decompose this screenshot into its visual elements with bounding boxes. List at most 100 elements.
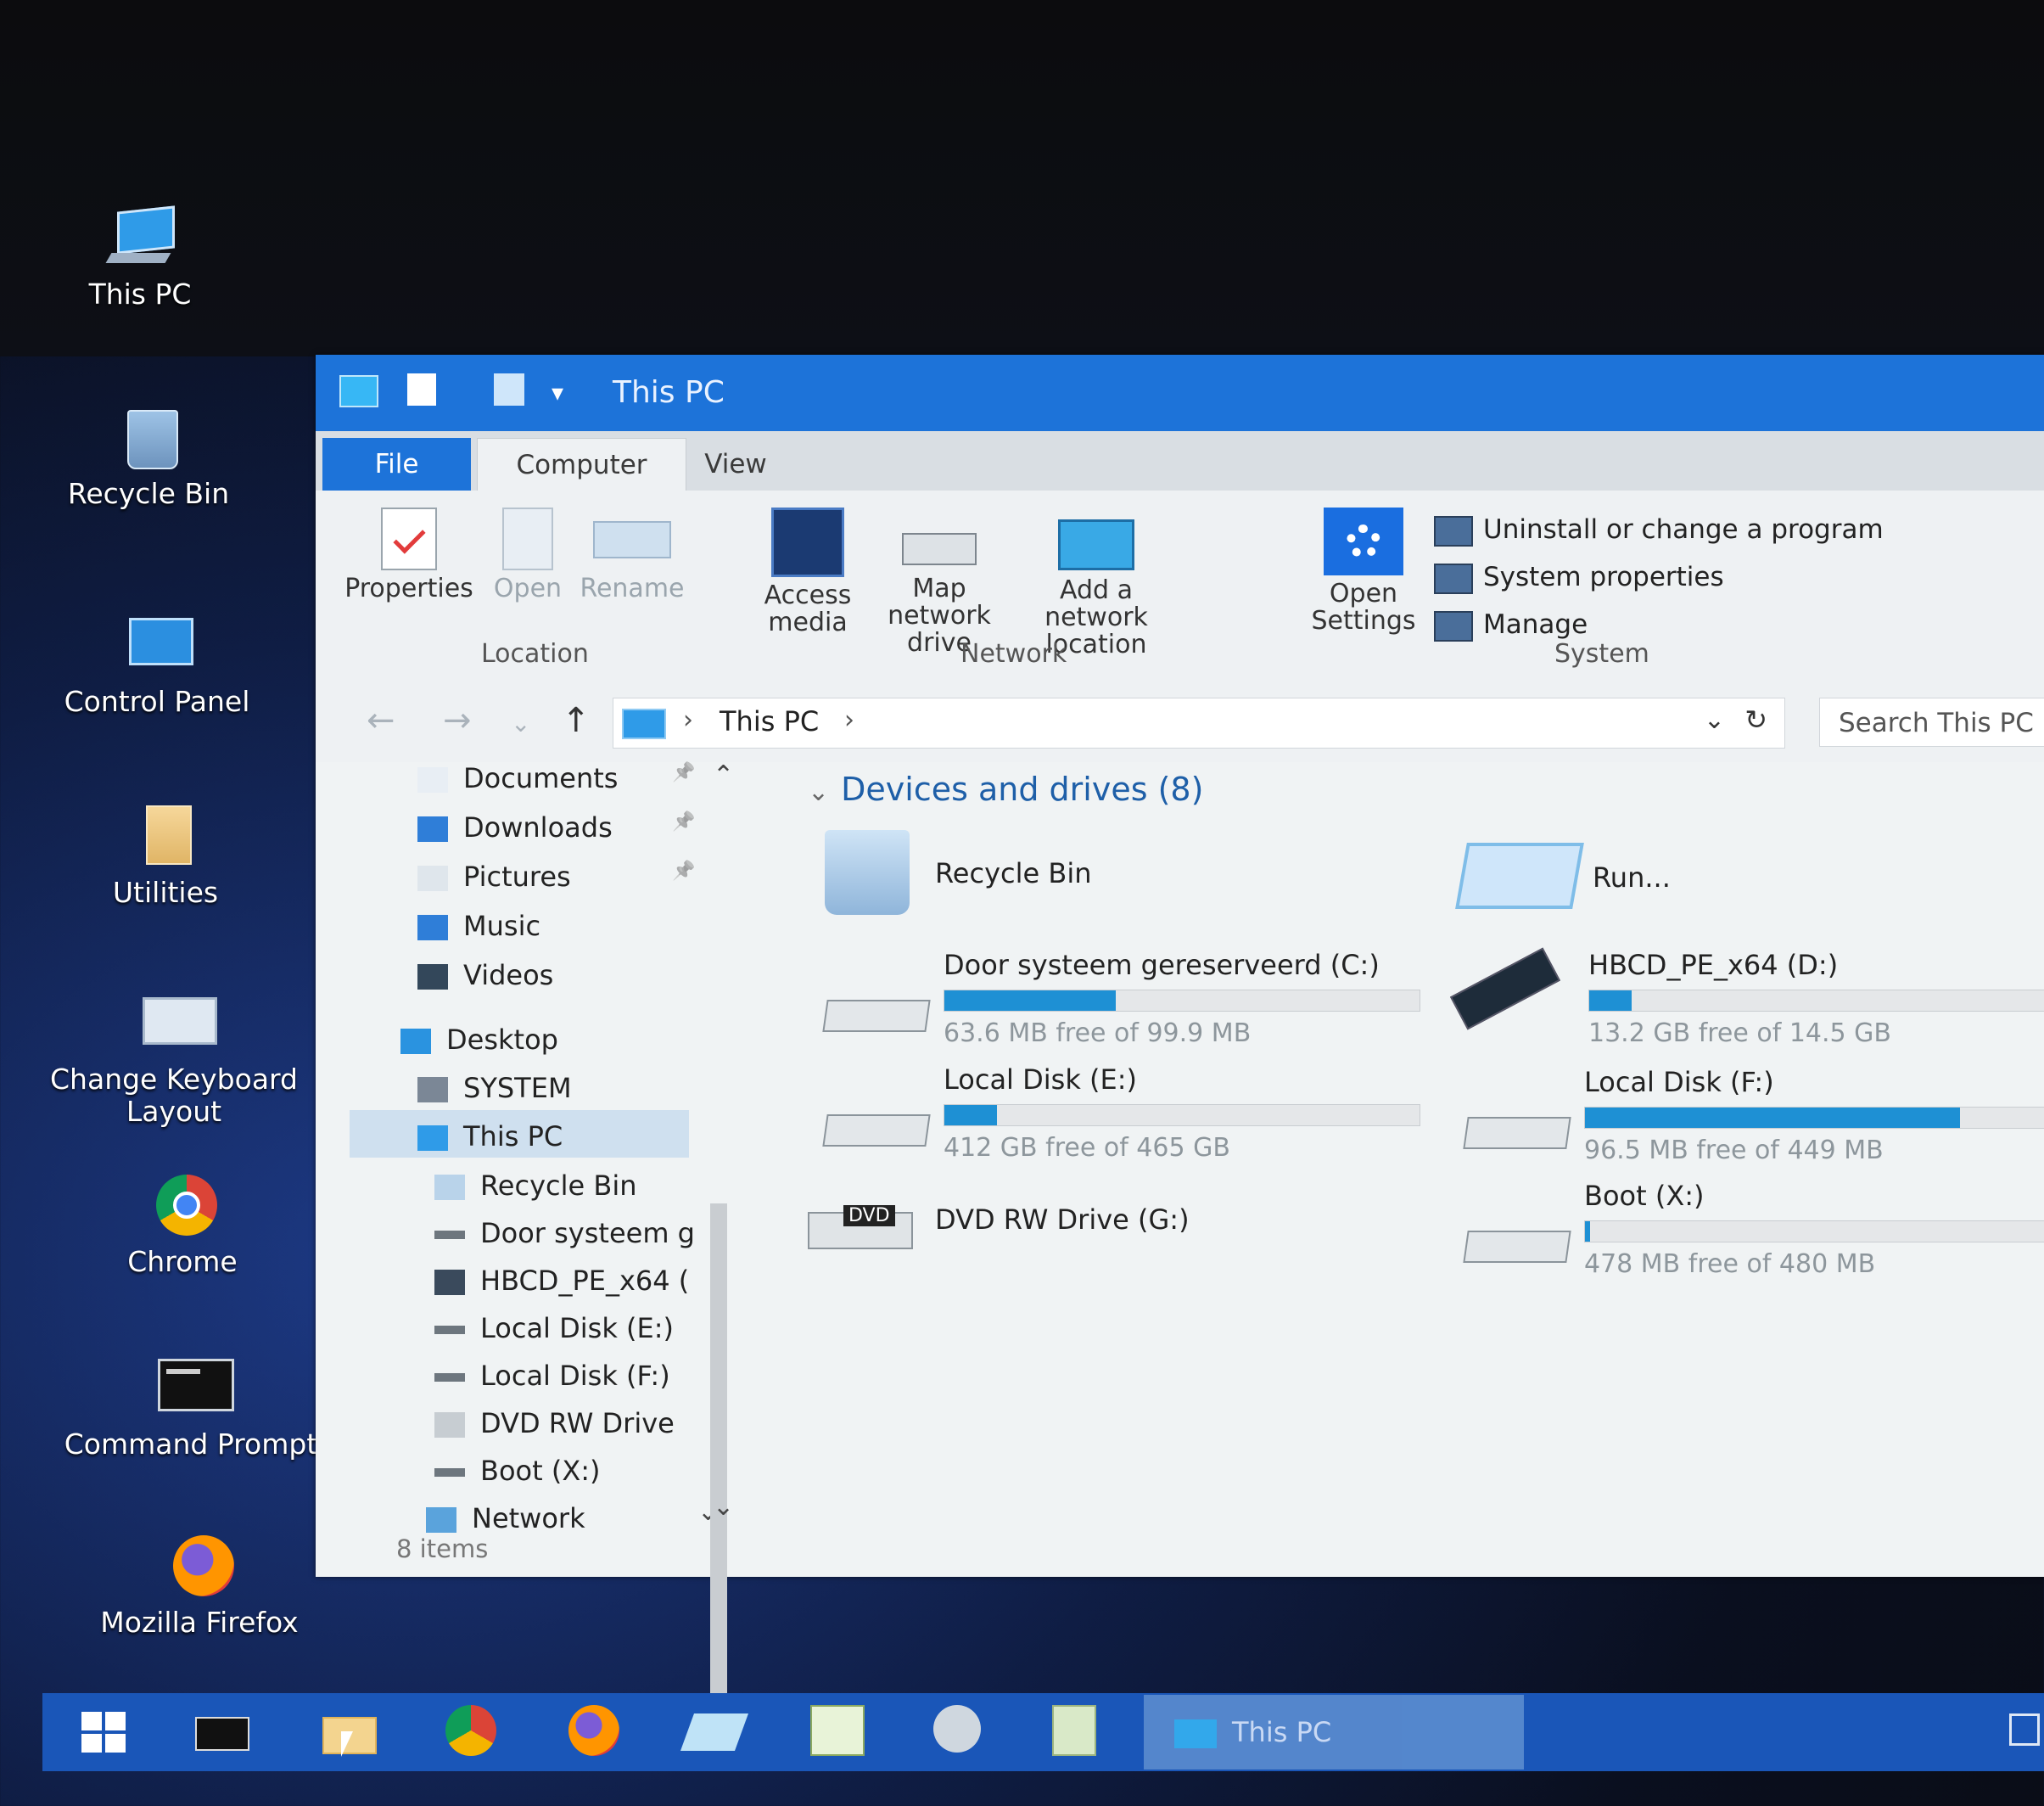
open-button[interactable]: Open <box>485 508 570 603</box>
chrome-icon[interactable] <box>445 1705 500 1759</box>
nav-item[interactable]: Local Disk (E:) <box>434 1312 674 1344</box>
desktop-background <box>0 0 2044 356</box>
nav-scroll-down-icon[interactable]: ⌄ <box>713 1492 734 1522</box>
tab-computer[interactable]: Computer <box>477 438 686 491</box>
nav-item[interactable]: DVD RW Drive <box>434 1407 675 1439</box>
nav-item[interactable]: Pictures 📌 <box>417 861 695 893</box>
dvd-icon <box>434 1412 465 1438</box>
calculator-icon[interactable] <box>1052 1705 1106 1759</box>
tools-icon[interactable] <box>933 1705 988 1759</box>
pin-icon[interactable]: 📌 <box>672 762 695 783</box>
new-folder-quick-icon[interactable] <box>494 373 524 406</box>
manage-icon <box>1434 610 1473 642</box>
nav-scroll-up-icon[interactable]: ⌃ <box>713 760 734 790</box>
uninstall-program-button[interactable]: Uninstall or change a program <box>1434 514 1884 547</box>
access-media-button[interactable]: Access media <box>757 508 859 637</box>
nav-item-label: Door systeem g <box>480 1217 695 1249</box>
collapse-chevron-icon[interactable]: ⌄ <box>808 777 829 807</box>
nav-item[interactable]: Boot (X:) <box>434 1455 601 1487</box>
desktop-icon <box>400 1029 431 1054</box>
run-icon <box>1455 843 1584 909</box>
drive-usage-bar <box>1584 1220 2044 1242</box>
manage-button[interactable]: Manage <box>1434 609 1588 642</box>
control-panel-icon <box>119 611 195 679</box>
drive-name: Boot (X:) <box>1584 1180 1705 1212</box>
quick-access-dropdown-icon[interactable]: ▾ <box>552 379 563 407</box>
cmd-icon <box>153 1354 234 1422</box>
eraser-icon[interactable] <box>680 1705 749 1759</box>
tab-view[interactable]: View <box>680 438 791 491</box>
refresh-icon[interactable]: ↻ <box>1744 704 1767 736</box>
nav-item-label: Local Disk (E:) <box>480 1312 674 1344</box>
add-network-location-button[interactable]: Add a network location <box>1011 508 1181 659</box>
desktop-icon-chrome[interactable]: Chrome <box>38 1171 327 1278</box>
nav-item[interactable]: Network ⌄ <box>426 1497 719 1534</box>
desktop-icon-mozilla-firefox[interactable]: Mozilla Firefox <box>55 1532 344 1639</box>
properties-icon <box>381 508 437 570</box>
desktop-icon-command-prompt[interactable]: Command Prompt <box>47 1354 335 1461</box>
up-arrow-icon[interactable]: ↑ <box>562 701 591 740</box>
nav-item[interactable]: HBCD_PE_x64 ( <box>434 1265 689 1297</box>
nav-item-label: SYSTEM <box>463 1072 572 1104</box>
recycle-bin-icon <box>434 1175 465 1200</box>
this-pc-icon <box>339 375 378 407</box>
nav-item[interactable]: Downloads 📌 <box>417 811 695 844</box>
start-icon[interactable] <box>76 1705 131 1759</box>
back-arrow-icon[interactable]: ← <box>367 701 395 740</box>
nav-item-label: DVD RW Drive <box>480 1407 675 1439</box>
nav-item[interactable]: Music <box>417 910 540 942</box>
drive-usage-fill <box>944 990 1116 1011</box>
system-properties-icon <box>1434 563 1473 594</box>
this-pc-icon <box>1174 1719 1217 1748</box>
breadcrumb[interactable]: This PC <box>720 705 819 738</box>
notepad-icon[interactable] <box>810 1705 865 1759</box>
properties-button[interactable]: Properties <box>341 508 477 603</box>
address-dropdown-icon[interactable]: ⌄ <box>1704 705 1725 735</box>
title-bar: ▾ This PC <box>316 355 2044 431</box>
search-input[interactable]: Search This PC <box>1819 698 2044 747</box>
drive-icon <box>434 1373 465 1382</box>
recent-dropdown-icon[interactable]: ⌄ <box>511 710 530 738</box>
drive-free-space: 412 GB free of 465 GB <box>944 1133 1230 1163</box>
documents-icon <box>417 767 448 793</box>
properties-quick-icon[interactable] <box>407 373 436 406</box>
desktop-icon-this-pc[interactable]: This PC <box>0 204 284 311</box>
system-properties-button[interactable]: System properties <box>1434 562 1724 594</box>
nav-item[interactable]: Recycle Bin <box>434 1169 636 1202</box>
nav-scrollbar[interactable] <box>710 1203 727 1730</box>
pin-icon[interactable]: 📌 <box>672 861 695 882</box>
nav-item-label: Local Disk (F:) <box>480 1360 670 1392</box>
drive-icon <box>434 1326 465 1334</box>
network-tray-icon[interactable] <box>2009 1713 2040 1746</box>
address-bar[interactable]: › This PC › ⌄ ↻ <box>613 698 1785 749</box>
nav-item[interactable]: Videos <box>417 959 553 991</box>
cmd-icon[interactable] <box>195 1705 249 1759</box>
map-network-drive-button[interactable]: Map network drive <box>876 508 1003 657</box>
desktop-icon-control-panel[interactable]: Control Panel <box>13 611 301 718</box>
forward-arrow-icon[interactable]: → <box>443 701 472 740</box>
nav-item[interactable]: Desktop <box>400 1024 558 1056</box>
rename-button[interactable]: Rename <box>577 508 687 603</box>
recycle-bin-icon <box>110 403 187 471</box>
nav-item[interactable]: Door systeem g <box>434 1217 695 1249</box>
usb-icon <box>434 1270 465 1295</box>
group-label-system: System <box>1554 639 1649 669</box>
drive-usage-fill <box>1585 1108 1961 1128</box>
nav-item[interactable]: This PC <box>417 1120 563 1153</box>
nav-item-label: This PC <box>463 1120 563 1153</box>
user-icon <box>417 1077 448 1102</box>
desktop-icon-utilities[interactable]: Utilities <box>21 802 310 909</box>
tab-file[interactable]: File <box>322 438 471 491</box>
section-header[interactable]: ⌄ Devices and drives (8) <box>808 771 1203 808</box>
taskbar-this-pc-button[interactable]: This PC <box>1144 1695 1524 1770</box>
pin-icon[interactable]: 📌 <box>672 811 695 833</box>
breadcrumb-chevron-icon[interactable]: › <box>844 705 854 735</box>
firefox-icon[interactable] <box>568 1705 623 1759</box>
nav-item[interactable]: Local Disk (F:) <box>434 1360 670 1392</box>
nav-item[interactable]: SYSTEM <box>417 1072 572 1104</box>
desktop-icon-recycle-bin[interactable]: Recycle Bin <box>4 403 293 510</box>
this-pc-icon <box>622 709 666 739</box>
open-settings-button[interactable]: Open Settings <box>1308 508 1419 635</box>
desktop-icon-change-keyboard-layout[interactable]: Change Keyboard Layout <box>30 989 318 1128</box>
nav-item[interactable]: Documents 📌 <box>417 762 695 794</box>
